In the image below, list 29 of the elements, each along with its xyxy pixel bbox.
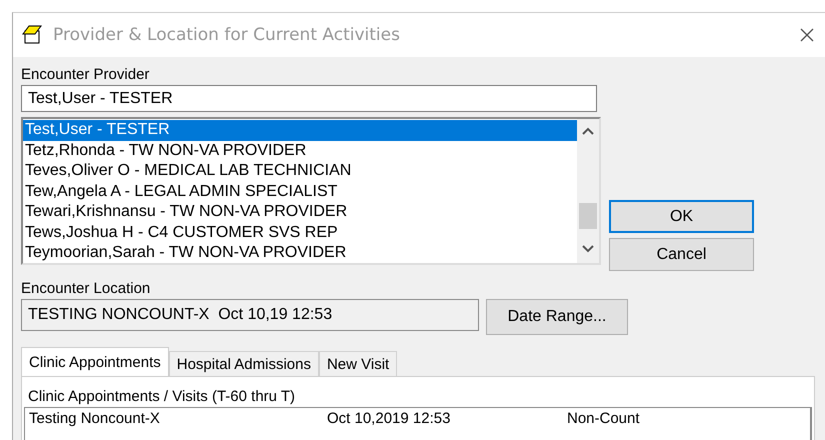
tab[interactable]: New Visit [318,351,398,376]
provider-field[interactable]: Test,User - TESTER [21,85,597,112]
table-cell[interactable]: Oct 10,2019 12:53 [327,408,567,430]
scroll-up-icon[interactable] [582,127,594,135]
app-icon [21,25,43,45]
list-item[interactable]: Tew,Angela A - LEGAL ADMIN SPECIALIST [23,182,577,202]
panel-label: Clinic Appointments / Visits (T-60 thru T) [27,387,296,407]
tab[interactable]: Clinic Appointments [21,347,169,376]
list-item[interactable]: Tewari,Krishnansu - TW NON-VA PROVIDER [23,202,577,222]
scroll-down-icon[interactable] [582,245,594,253]
table-cell[interactable]: Testing Noncount-X [25,408,327,430]
list-item[interactable]: Teves,Oliver O - MEDICAL LAB TECHNICIAN [23,161,577,182]
date-range-button[interactable]: Date Range... [486,299,628,335]
list-item[interactable]: Tetz,Rhonda - TW NON-VA PROVIDER [23,140,577,161]
table-cell[interactable]: Non-Count [567,408,640,430]
close-icon[interactable] [799,27,815,43]
window-title: Provider & Location for Current Activities [53,25,401,45]
tab[interactable]: Hospital Admissions [168,351,319,376]
dialog-button[interactable]: Cancel [609,238,754,271]
list-item[interactable]: Tews,Joshua H - C4 CUSTOMER SVS REP [23,222,577,243]
location-field[interactable]: TESTING NONCOUNT-X Oct 10,19 12:53 [21,299,479,331]
scrollbar[interactable] [577,119,599,263]
scroll-thumb[interactable] [579,203,597,229]
field-label: Encounter Provider [21,65,150,85]
list-item[interactable]: Test,User - TESTER [23,120,577,140]
list-item[interactable]: Teymoorian,Sarah - TW NON-VA PROVIDER [23,243,577,264]
provider-list[interactable] [21,117,601,265]
field-label: Encounter Location [21,279,152,299]
dialog-button[interactable]: OK [609,200,754,233]
